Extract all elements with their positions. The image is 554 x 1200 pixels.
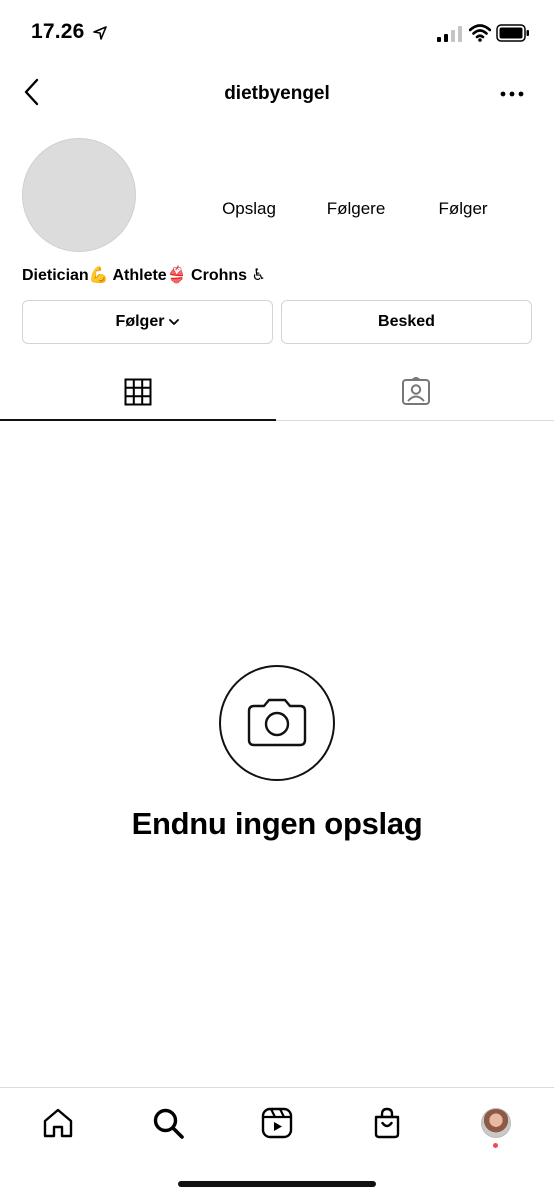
search-icon xyxy=(153,1108,184,1139)
nav-shop[interactable] xyxy=(367,1103,407,1143)
stat-posts-label[interactable]: Opslag xyxy=(209,199,289,219)
tagged-person-icon xyxy=(401,377,430,405)
wifi-icon xyxy=(469,24,491,42)
nav-home[interactable] xyxy=(38,1103,78,1143)
following-button-label: Følger xyxy=(115,313,165,330)
following-button[interactable]: Følger xyxy=(22,300,273,344)
tab-grid[interactable] xyxy=(0,366,276,418)
shopping-bag-icon xyxy=(374,1107,400,1139)
profile-screen: 17.26 dietbyengel Opslag Følgere Følger … xyxy=(0,0,554,1200)
bottom-nav-divider xyxy=(0,1087,554,1088)
profile-username: dietbyengel xyxy=(224,83,330,104)
stat-following-label[interactable]: Følger xyxy=(423,199,503,219)
stat-followers-label[interactable]: Følgere xyxy=(312,199,400,219)
home-indicator[interactable] xyxy=(178,1181,376,1187)
nav-search[interactable] xyxy=(148,1103,188,1143)
battery-icon xyxy=(496,24,529,42)
chevron-down-icon xyxy=(169,319,180,325)
status-time: 17.26 xyxy=(31,20,85,43)
profile-avatar[interactable] xyxy=(22,138,136,252)
empty-state-circle xyxy=(219,665,335,781)
tab-active-indicator xyxy=(0,419,276,421)
location-arrow-icon xyxy=(93,26,107,40)
more-options-icon[interactable] xyxy=(498,86,526,102)
home-icon xyxy=(43,1108,73,1138)
message-button-label: Besked xyxy=(378,313,435,330)
message-button[interactable]: Besked xyxy=(281,300,532,344)
camera-icon xyxy=(247,698,307,747)
empty-state-title: Endnu ingen opslag xyxy=(131,806,423,841)
grid-icon xyxy=(124,378,152,406)
notification-dot xyxy=(493,1143,498,1148)
nav-profile-avatar xyxy=(481,1108,511,1138)
nav-reels[interactable] xyxy=(257,1103,297,1143)
reels-icon xyxy=(261,1107,293,1139)
tab-tagged[interactable] xyxy=(277,366,554,418)
profile-bio: Dietician💪 Athlete👙 Crohns ♿ xyxy=(22,267,266,284)
cellular-signal-icon xyxy=(437,26,462,42)
nav-profile[interactable] xyxy=(476,1103,516,1143)
